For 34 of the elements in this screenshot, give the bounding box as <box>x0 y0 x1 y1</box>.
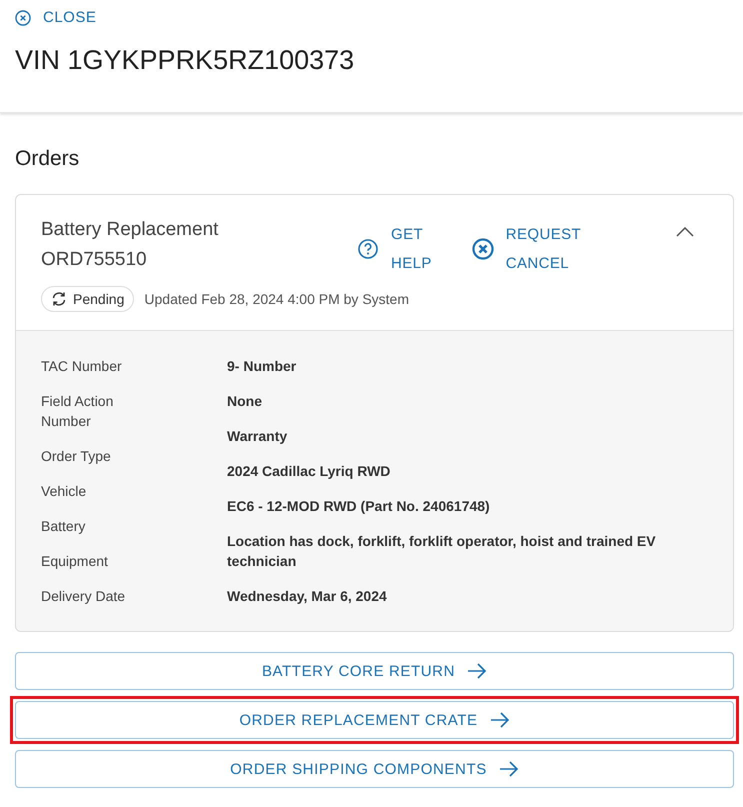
field-value: None <box>227 392 263 411</box>
request-cancel-link[interactable]: REQUEST CANCEL <box>472 220 582 278</box>
order-name: Battery Replacement <box>41 218 220 242</box>
field-value: EC6 - 12-MOD RWD (Part No. 24061748) <box>227 497 491 516</box>
arrow-icon <box>498 761 519 777</box>
action-button[interactable]: BATTERY CORE RETURN <box>15 652 734 690</box>
arrow-icon <box>467 663 488 679</box>
field-value: Location has dock, forklift, forklift operator, hoist and trained EV technician <box>227 532 657 571</box>
field-label: Battery <box>41 517 86 536</box>
close-link[interactable]: CLOSE <box>15 9 96 26</box>
vin-title: VIN 1GYKPPRK5RZ100373 <box>15 44 356 76</box>
field-value: Warranty <box>227 427 288 446</box>
get-help-link[interactable]: GET HELP <box>357 220 432 278</box>
field-label: Order Type <box>41 447 112 466</box>
field-label: Delivery Date <box>41 587 126 606</box>
close-icon <box>15 10 31 26</box>
field-label: TAC Number <box>41 357 123 376</box>
field-value: Wednesday, Mar 6, 2024 <box>227 587 388 606</box>
action-button[interactable]: ORDER SHIPPING COMPONENTS <box>15 750 734 788</box>
sync-icon <box>51 291 67 307</box>
field-label: Field Action Number <box>41 392 114 431</box>
section-title: Orders <box>15 147 80 171</box>
status-badge: Pending <box>41 286 134 312</box>
action-button[interactable]: ORDER REPLACEMENT CRATE <box>15 701 734 739</box>
field-value: 9- Number <box>227 357 298 376</box>
updated-text: Updated Feb 28, 2024 4:00 PM by System <box>144 291 409 307</box>
help-icon <box>357 238 379 260</box>
field-label: Vehicle <box>41 482 88 501</box>
field-value: 2024 Cadillac Lyriq RWD <box>227 462 392 481</box>
field-label: Equipment <box>41 552 109 571</box>
chevron-icon[interactable] <box>676 227 694 237</box>
cancel-icon <box>472 238 494 260</box>
order-number: ORD755510 <box>41 248 148 272</box>
arrow-icon <box>490 712 510 728</box>
